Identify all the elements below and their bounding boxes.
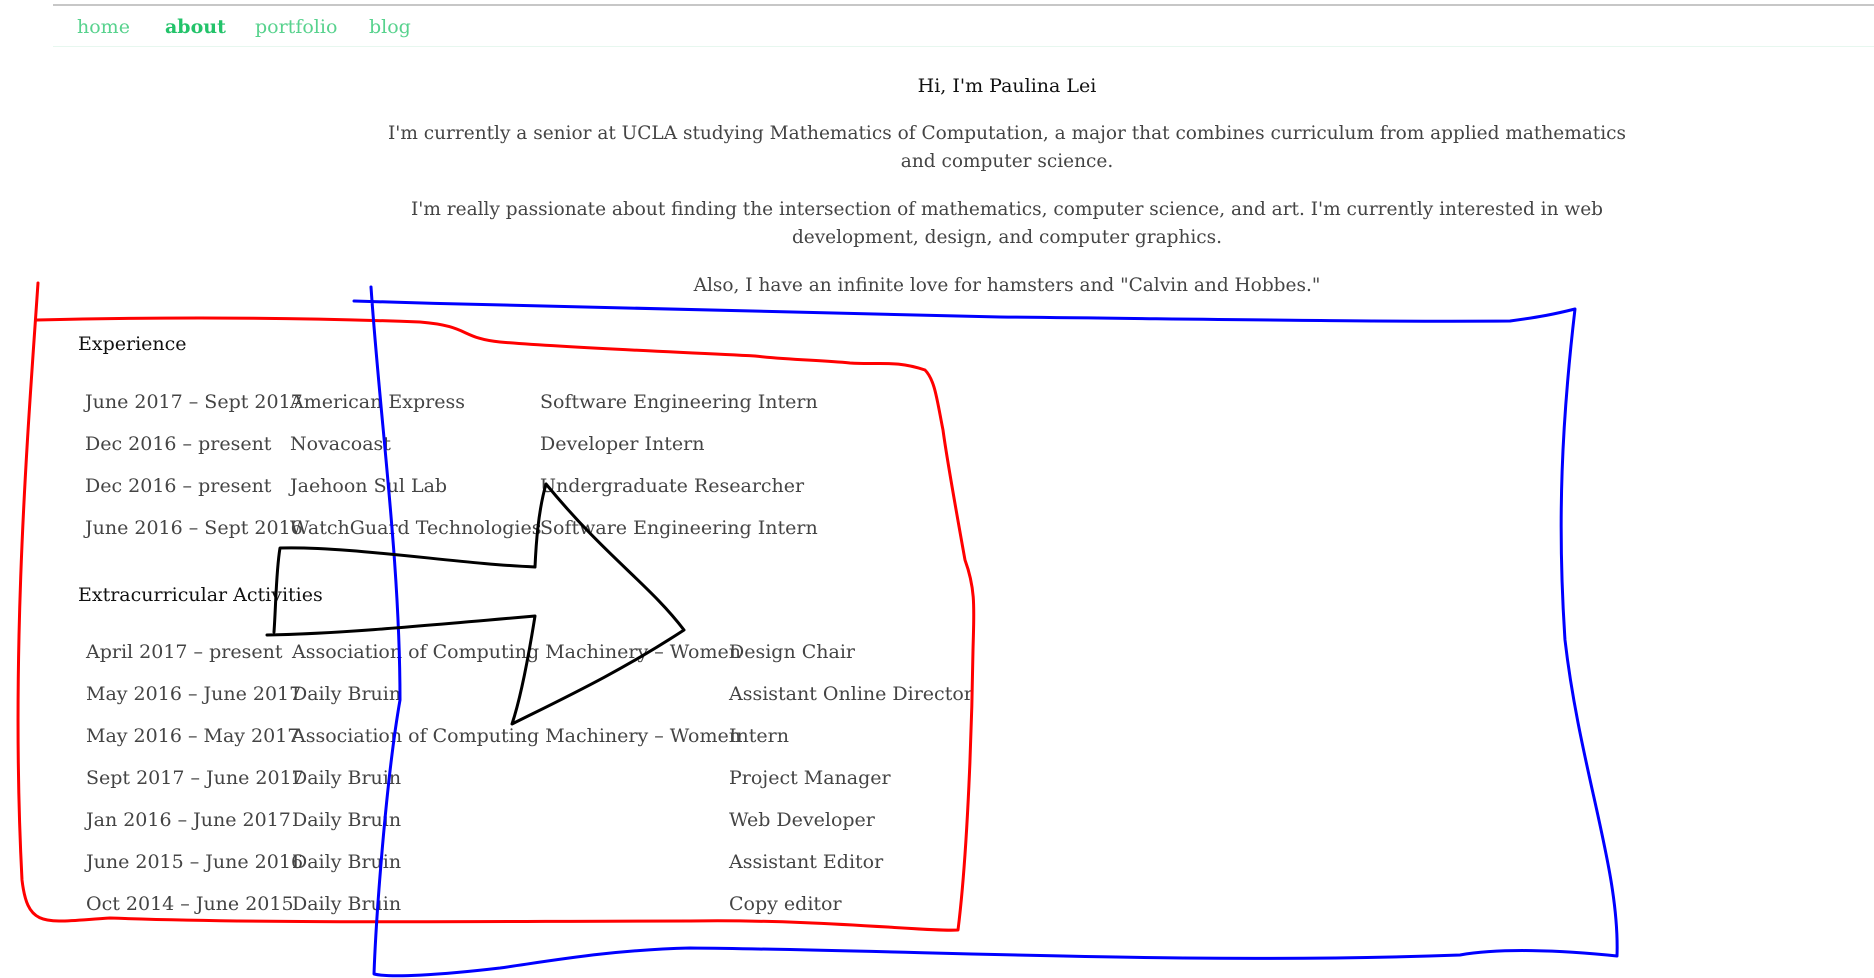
activity-role: Assistant Editor [729, 851, 884, 873]
intro-paragraph-ucla: I'm currently a senior at UCLA studying … [387, 123, 1627, 172]
activity-organization: Daily Bruin [292, 851, 402, 873]
experience-date: June 2017 – Sept 2017 [85, 391, 303, 413]
activity-date: Oct 2014 – June 2015 [86, 893, 294, 915]
intro-paragraph-passion: I'm really passionate about finding the … [410, 199, 1604, 248]
nav-portfolio-link[interactable]: portfolio [255, 16, 337, 38]
nav-about-link[interactable]: about [165, 16, 226, 38]
activity-role: Project Manager [729, 767, 891, 789]
experience-organization: Novacoast [290, 433, 391, 455]
experience-date: June 2016 – Sept 2016 [85, 517, 303, 539]
activity-organization: Association of Computing Machinery – Wom… [292, 725, 741, 747]
activity-organization: Daily Bruin [292, 767, 402, 789]
experience-date: Dec 2016 – present [85, 475, 272, 497]
experience-role: Software Engineering Intern [540, 391, 818, 413]
activity-role: Assistant Online Director [729, 683, 973, 705]
activity-organization: Daily Bruin [292, 809, 402, 831]
intro-paragraph-hamsters: Also, I have an infinite love for hamste… [693, 275, 1321, 296]
activity-organization: Daily Bruin [292, 893, 402, 915]
experience-role: Undergraduate Researcher [540, 475, 805, 497]
activity-role: Copy editor [729, 893, 842, 915]
experience-heading: Experience [78, 333, 187, 355]
activity-date: May 2016 – May 2017 [86, 725, 300, 747]
experience-role: Software Engineering Intern [540, 517, 818, 539]
activity-organization: Daily Bruin [292, 683, 402, 705]
nav-home-link[interactable]: home [77, 16, 130, 38]
activity-date: Jan 2016 – June 2017 [86, 809, 291, 831]
activity-role: Web Developer [729, 809, 875, 831]
experience-organization: American Express [290, 391, 465, 413]
activity-date: June 2015 – June 2016 [86, 851, 304, 873]
red-annotation-box [16, 281, 976, 932]
about-page: home about portfolio blog Hi, I'm Paulin… [0, 0, 1874, 978]
experience-date: Dec 2016 – present [85, 433, 272, 455]
activity-date: Sept 2017 – June 2017 [86, 767, 304, 789]
activity-date: May 2016 – June 2017 [86, 683, 302, 705]
activity-organization: Association of Computing Machinery – Wom… [292, 641, 741, 663]
intro-title: Hi, I'm Paulina Lei [917, 75, 1097, 97]
nav-blog-link[interactable]: blog [369, 16, 411, 38]
experience-organization: Jaehoon Sul Lab [290, 475, 448, 497]
activity-role: Design Chair [729, 641, 856, 663]
experience-role: Developer Intern [540, 433, 705, 455]
intro-section: Hi, I'm Paulina Lei I'm currently a seni… [370, 72, 1644, 320]
extracurricular-heading: Extracurricular Activities [78, 584, 323, 606]
experience-organization: WatchGuard Technologies [290, 517, 542, 539]
activity-date: April 2017 – present [86, 641, 283, 663]
activity-role: Intern [729, 725, 789, 747]
top-navigation: home about portfolio blog [53, 6, 1874, 47]
